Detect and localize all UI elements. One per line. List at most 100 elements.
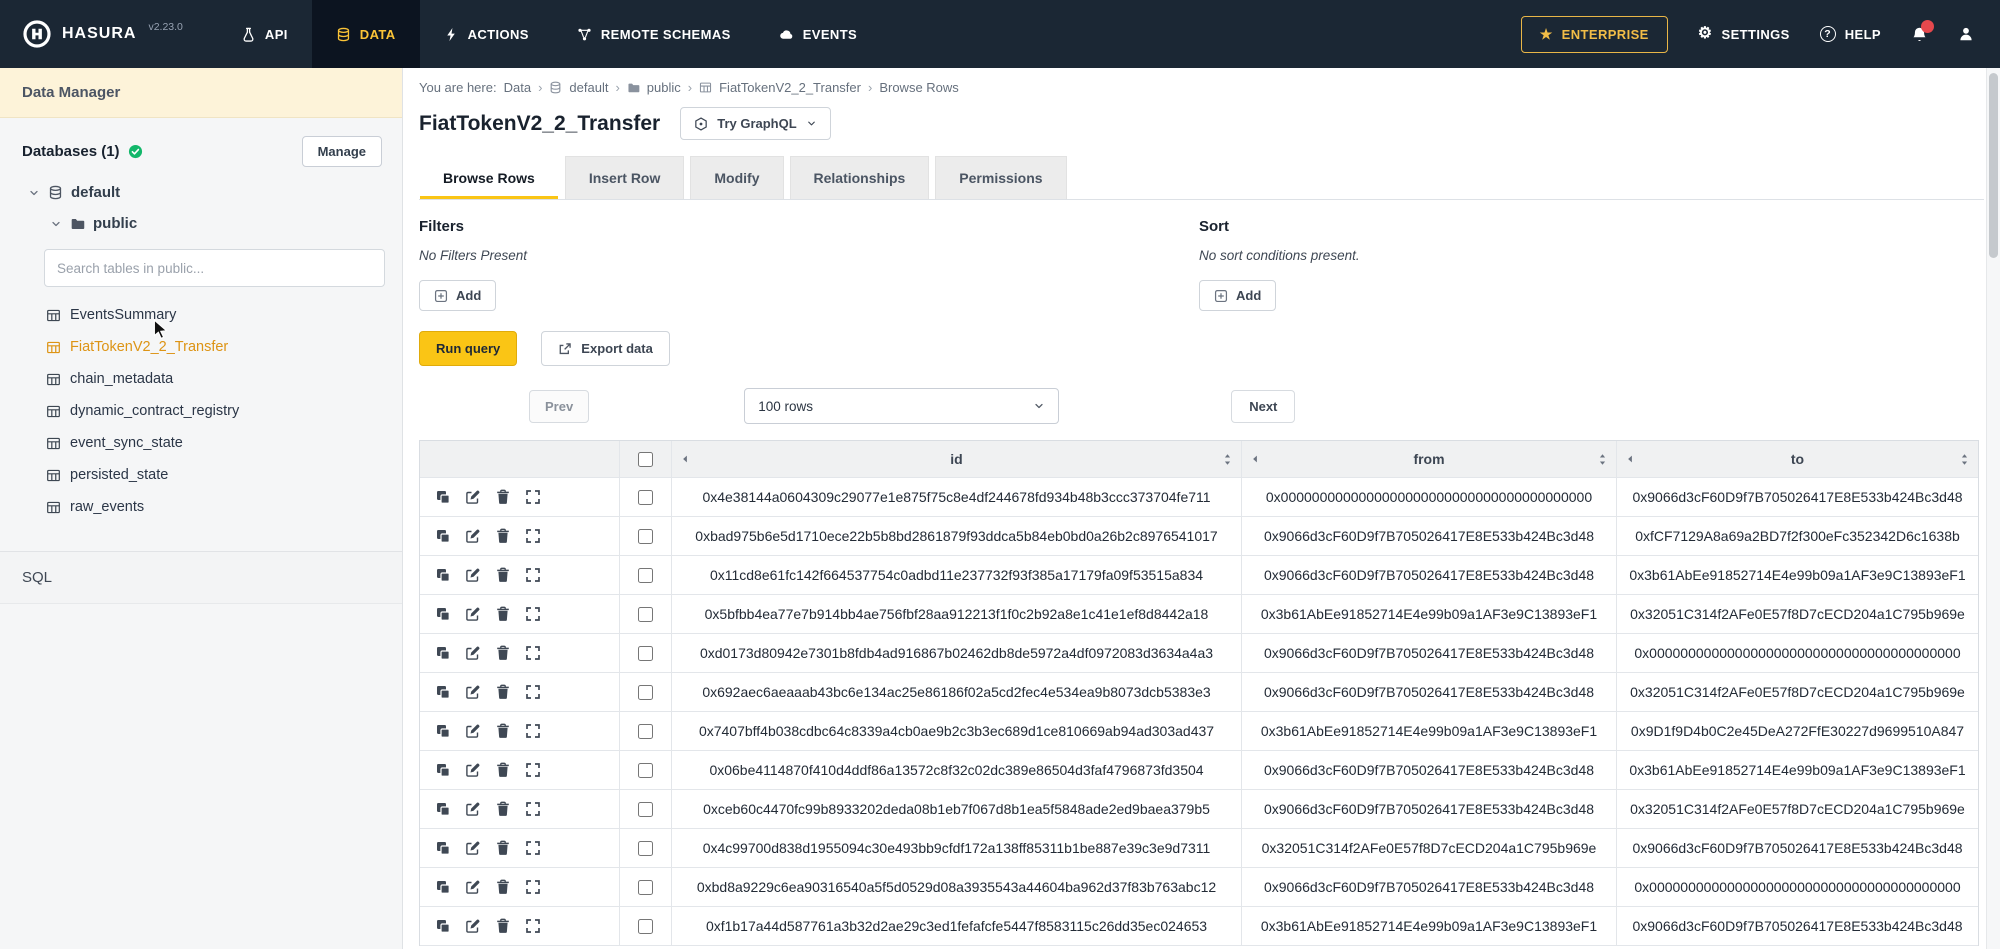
delete-row-button[interactable] bbox=[493, 916, 513, 936]
edit-row-button[interactable] bbox=[463, 565, 483, 585]
expand-row-button[interactable] bbox=[523, 877, 543, 897]
nav-item-actions[interactable]: ACTIONS bbox=[420, 0, 553, 68]
sort-icon[interactable] bbox=[1958, 453, 1971, 466]
manage-button[interactable]: Manage bbox=[302, 136, 382, 167]
collapse-column-icon[interactable] bbox=[1624, 453, 1636, 465]
row-checkbox[interactable] bbox=[638, 607, 653, 622]
delete-row-button[interactable] bbox=[493, 838, 513, 858]
expand-row-button[interactable] bbox=[523, 526, 543, 546]
breadcrumb-item-table[interactable]: FiatTokenV2_2_Transfer bbox=[719, 80, 861, 95]
hasura-logo[interactable]: HASURA v2.23.0 bbox=[0, 0, 217, 68]
delete-row-button[interactable] bbox=[493, 565, 513, 585]
edit-row-button[interactable] bbox=[463, 643, 483, 663]
sidebar-table-events-summary[interactable]: EventsSummary bbox=[0, 299, 402, 331]
row-checkbox[interactable] bbox=[638, 841, 653, 856]
expand-row-button[interactable] bbox=[523, 760, 543, 780]
export-data-button[interactable]: Export data bbox=[541, 331, 670, 366]
collapse-column-icon[interactable] bbox=[679, 453, 691, 465]
help-button[interactable]: ? HELP bbox=[1820, 26, 1881, 42]
tab-modify[interactable]: Modify bbox=[690, 156, 783, 199]
sidebar-table-chain-metadata[interactable]: chain_metadata bbox=[0, 363, 402, 395]
settings-button[interactable]: ⚙ SETTINGS bbox=[1698, 26, 1790, 42]
delete-row-button[interactable] bbox=[493, 604, 513, 624]
add-sort-button[interactable]: Add bbox=[1199, 280, 1276, 311]
sidebar-table-persisted-state[interactable]: persisted_state bbox=[0, 459, 402, 491]
edit-row-button[interactable] bbox=[463, 604, 483, 624]
breadcrumb-item-default[interactable]: default bbox=[569, 80, 608, 95]
clone-row-button[interactable] bbox=[433, 604, 453, 624]
breadcrumb-item-browse-rows[interactable]: Browse Rows bbox=[879, 80, 958, 95]
edit-row-button[interactable] bbox=[463, 526, 483, 546]
row-checkbox[interactable] bbox=[638, 880, 653, 895]
header-id[interactable]: id bbox=[672, 441, 1242, 478]
user-menu-button[interactable] bbox=[1958, 26, 1974, 42]
expand-row-button[interactable] bbox=[523, 838, 543, 858]
row-checkbox[interactable] bbox=[638, 685, 653, 700]
scrollbar-thumb[interactable] bbox=[1989, 73, 1998, 258]
header-from[interactable]: from bbox=[1242, 441, 1617, 478]
header-to[interactable]: to bbox=[1617, 441, 1978, 478]
expand-row-button[interactable] bbox=[523, 643, 543, 663]
clone-row-button[interactable] bbox=[433, 643, 453, 663]
tab-relationships[interactable]: Relationships bbox=[790, 156, 930, 199]
row-checkbox[interactable] bbox=[638, 646, 653, 661]
delete-row-button[interactable] bbox=[493, 799, 513, 819]
expand-row-button[interactable] bbox=[523, 604, 543, 624]
delete-row-button[interactable] bbox=[493, 487, 513, 507]
sidebar-sql-section[interactable]: SQL bbox=[0, 552, 402, 604]
clone-row-button[interactable] bbox=[433, 682, 453, 702]
nav-item-events[interactable]: EVENTS bbox=[755, 0, 881, 68]
delete-row-button[interactable] bbox=[493, 643, 513, 663]
sidebar-table-dynamic-contract-registry[interactable]: dynamic_contract_registry bbox=[0, 395, 402, 427]
breadcrumb-item-public[interactable]: public bbox=[647, 80, 681, 95]
delete-row-button[interactable] bbox=[493, 760, 513, 780]
row-checkbox[interactable] bbox=[638, 919, 653, 934]
add-filter-button[interactable]: Add bbox=[419, 280, 496, 311]
edit-row-button[interactable] bbox=[463, 877, 483, 897]
tab-permissions[interactable]: Permissions bbox=[935, 156, 1066, 199]
delete-row-button[interactable] bbox=[493, 682, 513, 702]
row-checkbox[interactable] bbox=[638, 763, 653, 778]
sidebar-table-event-sync-state[interactable]: event_sync_state bbox=[0, 427, 402, 459]
sidebar-table-raw-events[interactable]: raw_events bbox=[0, 491, 402, 523]
tree-item-schema-public[interactable]: public bbox=[0, 206, 402, 237]
clone-row-button[interactable] bbox=[433, 916, 453, 936]
tree-item-database-default[interactable]: default bbox=[0, 175, 402, 206]
expand-row-button[interactable] bbox=[523, 487, 543, 507]
row-checkbox[interactable] bbox=[638, 568, 653, 583]
nav-item-data[interactable]: DATA bbox=[312, 0, 420, 68]
edit-row-button[interactable] bbox=[463, 760, 483, 780]
expand-row-button[interactable] bbox=[523, 565, 543, 585]
expand-row-button[interactable] bbox=[523, 916, 543, 936]
row-checkbox[interactable] bbox=[638, 490, 653, 505]
expand-row-button[interactable] bbox=[523, 721, 543, 741]
clone-row-button[interactable] bbox=[433, 565, 453, 585]
tab-browse-rows[interactable]: Browse Rows bbox=[419, 156, 559, 199]
clone-row-button[interactable] bbox=[433, 760, 453, 780]
tab-insert-row[interactable]: Insert Row bbox=[565, 156, 685, 199]
nav-item-remote-schemas[interactable]: REMOTE SCHEMAS bbox=[553, 0, 755, 68]
delete-row-button[interactable] bbox=[493, 526, 513, 546]
select-all-checkbox[interactable] bbox=[638, 452, 653, 467]
clone-row-button[interactable] bbox=[433, 877, 453, 897]
edit-row-button[interactable] bbox=[463, 682, 483, 702]
edit-row-button[interactable] bbox=[463, 721, 483, 741]
nav-item-api[interactable]: API bbox=[217, 0, 312, 68]
notifications-button[interactable] bbox=[1911, 26, 1928, 43]
run-query-button[interactable]: Run query bbox=[419, 331, 517, 366]
expand-row-button[interactable] bbox=[523, 799, 543, 819]
sort-icon[interactable] bbox=[1596, 453, 1609, 466]
edit-row-button[interactable] bbox=[463, 799, 483, 819]
clone-row-button[interactable] bbox=[433, 721, 453, 741]
prev-page-button[interactable]: Prev bbox=[529, 390, 589, 423]
sort-icon[interactable] bbox=[1221, 453, 1234, 466]
next-page-button[interactable]: Next bbox=[1231, 390, 1295, 423]
delete-row-button[interactable] bbox=[493, 877, 513, 897]
clone-row-button[interactable] bbox=[433, 487, 453, 507]
row-checkbox[interactable] bbox=[638, 724, 653, 739]
edit-row-button[interactable] bbox=[463, 916, 483, 936]
rows-per-page-select[interactable]: 100 rows bbox=[744, 388, 1059, 424]
delete-row-button[interactable] bbox=[493, 721, 513, 741]
try-graphql-button[interactable]: Try GraphQL bbox=[680, 107, 830, 140]
breadcrumb-item-data[interactable]: Data bbox=[504, 80, 531, 95]
